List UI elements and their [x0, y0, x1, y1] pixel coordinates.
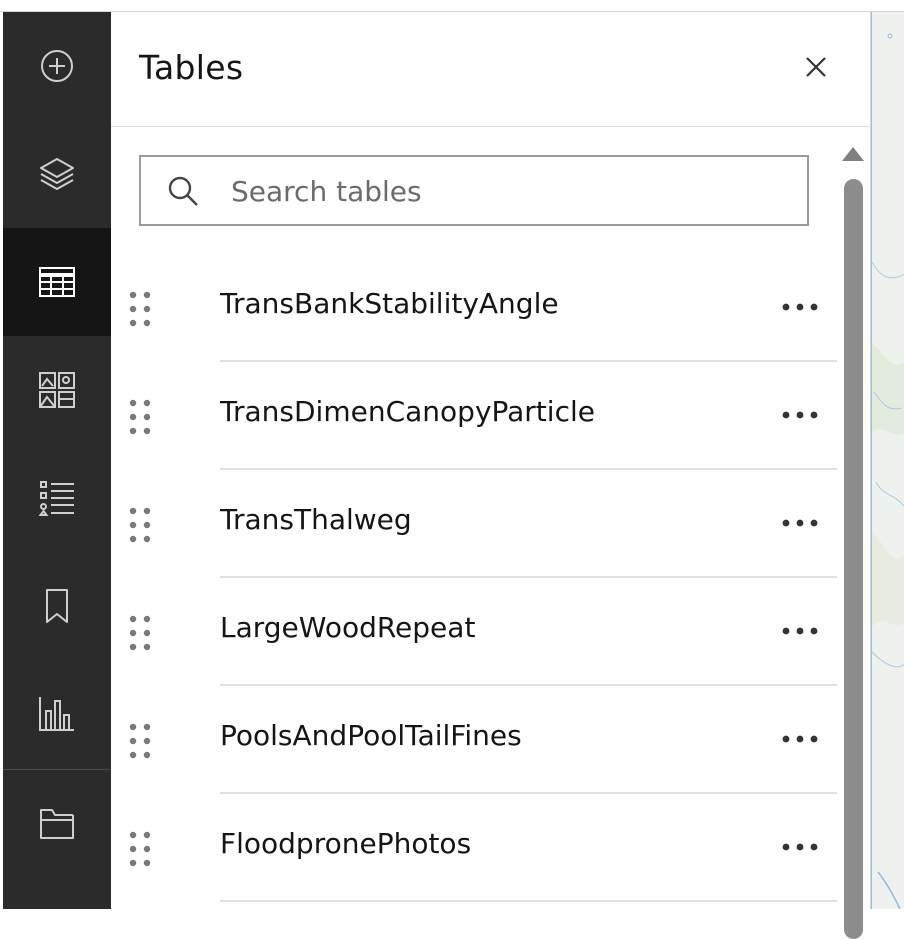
map-terrain [872, 12, 904, 909]
action-bar [3, 12, 111, 909]
action-layers[interactable] [3, 120, 111, 228]
more-options-icon [782, 411, 818, 419]
table-name: TransDimenCanopyParticle [220, 395, 595, 428]
more-options-button[interactable] [779, 292, 821, 322]
tables-list: TransBankStabilityAngle TransDimenCanopy… [111, 262, 837, 910]
folder-icon [40, 809, 74, 839]
drag-handle-icon[interactable] [129, 291, 151, 327]
more-options-button[interactable] [779, 400, 821, 430]
action-charts[interactable] [3, 660, 111, 768]
search-input[interactable] [231, 165, 791, 217]
map-view[interactable] [871, 12, 904, 909]
drag-handle-icon[interactable] [129, 507, 151, 543]
action-tables[interactable] [3, 228, 111, 336]
panel-header: Tables [111, 12, 871, 127]
more-options-button[interactable] [779, 616, 821, 646]
table-row[interactable]: PoolsAndPoolTailFines [111, 694, 837, 802]
action-basemap[interactable] [3, 336, 111, 444]
row-divider [220, 792, 837, 794]
table-icon [39, 267, 75, 297]
drag-handle-icon[interactable] [129, 831, 151, 867]
row-divider [220, 360, 837, 362]
bookmark-icon [46, 589, 68, 623]
action-add[interactable] [3, 12, 111, 120]
table-row[interactable]: LargeWoodRepeat [111, 586, 837, 694]
table-name: FloodpronePhotos [220, 827, 472, 860]
table-name: PoolsAndPoolTailFines [220, 719, 522, 752]
table-row[interactable]: TransThalweg [111, 478, 837, 586]
bar-chart-icon [39, 697, 74, 731]
drag-handle-icon[interactable] [129, 399, 151, 435]
table-name: TransThalweg [220, 503, 412, 536]
action-bookmarks[interactable] [3, 552, 111, 660]
row-divider [220, 468, 837, 470]
scrollbar-thumb[interactable] [844, 179, 863, 939]
basemap-gallery-icon [39, 372, 75, 408]
top-border [0, 0, 904, 12]
more-options-icon [782, 735, 818, 743]
search-icon [168, 176, 198, 206]
row-divider [220, 576, 837, 578]
more-options-button[interactable] [779, 724, 821, 754]
row-divider [220, 900, 837, 902]
scroll-up-arrow-icon[interactable] [842, 147, 864, 161]
close-icon [806, 57, 826, 77]
more-options-icon [782, 627, 818, 635]
drag-handle-icon[interactable] [129, 615, 151, 651]
action-legend[interactable] [3, 444, 111, 552]
table-name: TransBankStabilityAngle [220, 287, 559, 320]
row-divider [220, 684, 837, 686]
more-options-icon [782, 519, 818, 527]
table-name: LargeWoodRepeat [220, 611, 476, 644]
more-options-button[interactable] [779, 508, 821, 538]
tables-panel: Tables TransBankStabilityAngle [111, 12, 871, 939]
table-row[interactable]: FloodpronePhotos [111, 802, 837, 910]
legend-list-icon [38, 481, 74, 516]
more-options-button[interactable] [779, 832, 821, 862]
add-circle-icon [41, 50, 73, 82]
action-folder[interactable] [3, 770, 111, 878]
panel-title: Tables [139, 48, 244, 87]
table-row[interactable]: TransDimenCanopyParticle [111, 370, 837, 478]
more-options-icon [782, 303, 818, 311]
drag-handle-icon[interactable] [129, 723, 151, 759]
scrollbar[interactable] [837, 127, 871, 939]
table-row[interactable]: TransBankStabilityAngle [111, 262, 837, 370]
close-button[interactable] [799, 50, 833, 84]
layers-icon [40, 158, 74, 190]
more-options-icon [782, 843, 818, 851]
search-box [139, 155, 809, 226]
